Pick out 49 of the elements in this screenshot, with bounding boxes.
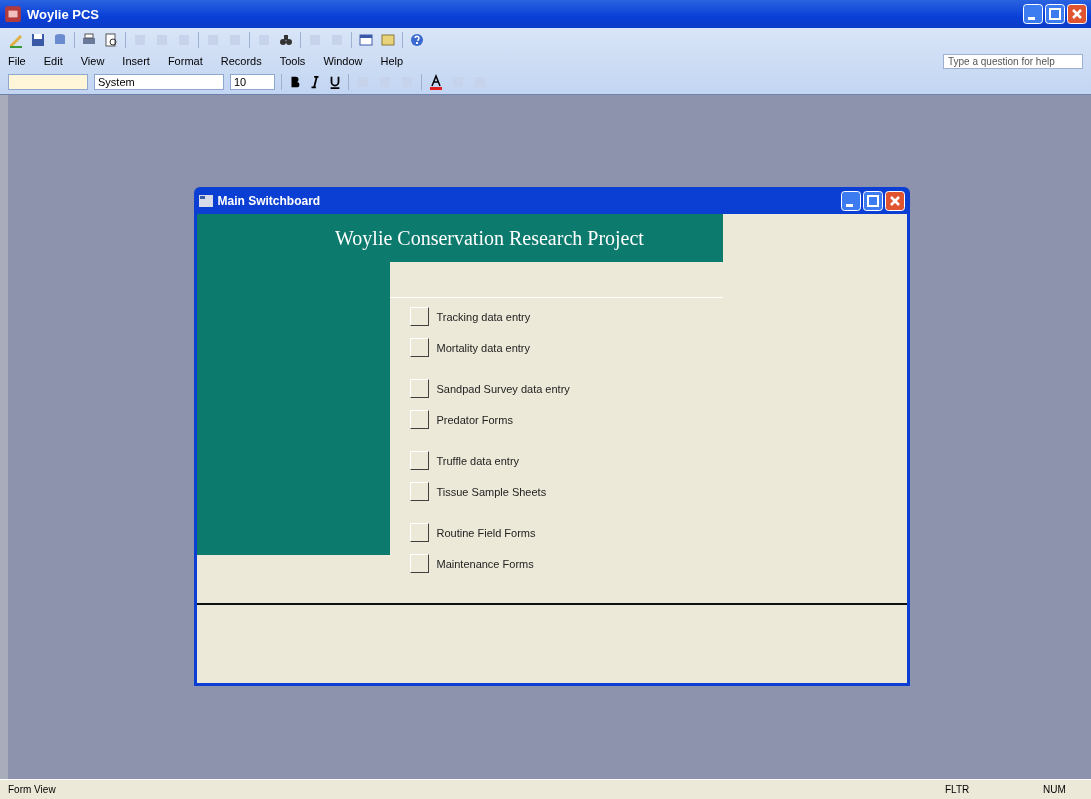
font-dropdown[interactable]: System [94,74,224,90]
button-label: Tracking data entry [436,310,531,323]
close-icon[interactable] [884,190,905,211]
binoculars-icon[interactable] [278,32,294,48]
form-heading: Woylie Conservation Research Project [196,214,723,262]
status-indicator: NUM [1043,784,1067,795]
maximize-icon[interactable] [862,190,883,211]
switchboard-button[interactable] [409,482,429,501]
app-icon [4,5,22,23]
font-size-dropdown[interactable]: 10 [230,74,275,90]
form-icon [198,194,213,207]
menu-item[interactable]: Format [167,55,203,67]
button-label: Maintenance Forms [436,557,534,570]
switchboard-button[interactable] [409,451,429,470]
switchboard-button[interactable] [409,523,429,542]
menu-item[interactable]: Tools [279,55,306,67]
switchboard-button[interactable] [409,338,429,357]
button-label: Tissue Sample Sheets [436,485,547,498]
edit-icon[interactable] [8,32,24,48]
button-label: Mortality data entry [436,341,531,354]
status-indicator: FLTR [945,784,971,795]
switchboard-button[interactable] [409,410,429,429]
menu-item[interactable]: Edit [43,55,63,67]
status-text: Form View [8,784,57,795]
font-color-icon[interactable] [428,74,444,90]
menu-item[interactable]: Records [220,55,262,67]
menu-item[interactable]: Window [323,55,363,67]
print-preview-icon[interactable] [103,32,119,48]
menu-item[interactable]: Help [380,55,404,67]
minimize-icon[interactable] [840,190,861,211]
help-search-field[interactable]: Type a question for help [943,53,1083,69]
switchboard-button[interactable] [409,379,429,398]
properties-icon[interactable] [358,32,374,48]
underline-icon[interactable] [328,75,342,89]
maximize-icon[interactable] [1045,4,1065,24]
minimize-icon[interactable] [1023,4,1043,24]
button-label: Routine Field Forms [436,526,536,539]
switchboard-button[interactable] [409,307,429,326]
button-label: Predator Forms [436,413,513,426]
menu-item[interactable]: View [80,55,105,67]
switchboard-button[interactable] [409,554,429,573]
window-title: Woylie PCS [27,6,100,22]
help-icon[interactable] [409,32,425,48]
button-label: Truffle data entry [436,454,520,467]
button-label: Sandpad Survey data entry [436,382,570,395]
window-title: Main Switchboard [217,193,322,208]
close-icon[interactable] [1067,4,1087,24]
menu-item[interactable]: File [8,55,26,67]
menu-item[interactable]: Insert [122,55,150,67]
